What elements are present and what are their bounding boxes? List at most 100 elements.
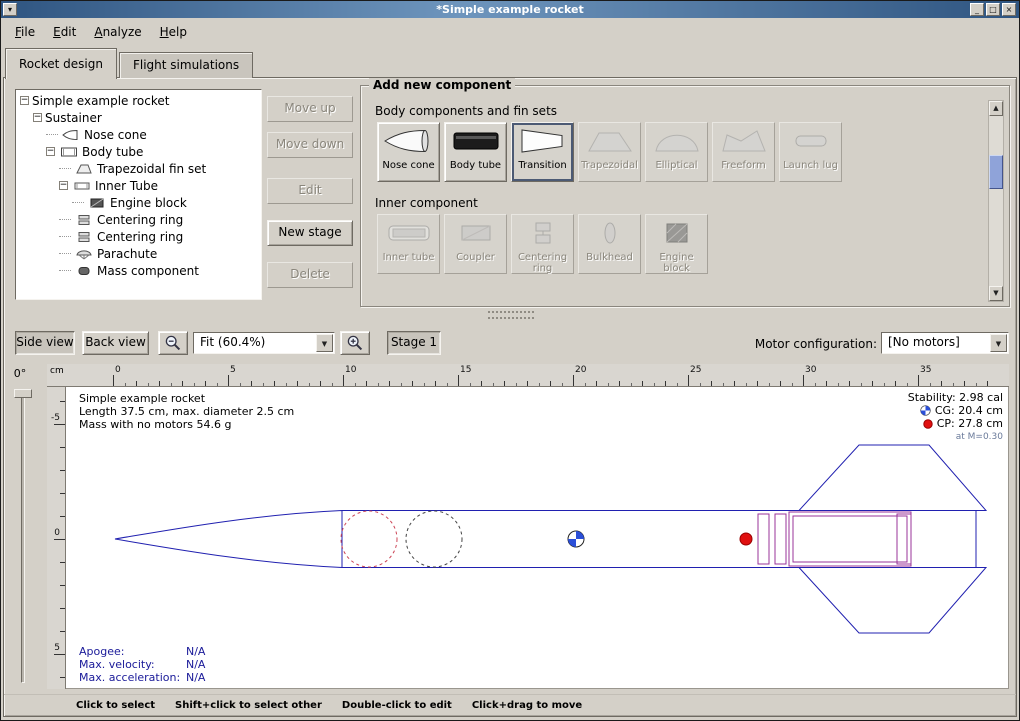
rocket-canvas[interactable] [66,387,1009,689]
status-hint: Click to select [76,700,155,711]
tab-rocket-design[interactable]: Rocket design [5,48,117,79]
scroll-down-icon[interactable]: ▼ [989,286,1003,301]
cp-icon [923,419,933,429]
tree-item-parachute[interactable]: Parachute [16,245,261,262]
component-button-nose-cone[interactable]: Nose cone [377,122,440,182]
ruler-tick [366,381,367,386]
tree-item-centering-ring[interactable]: Centering ring [16,228,261,245]
menu-item-edit[interactable]: Edit [45,22,84,42]
inner-tube-wall-outline[interactable] [793,516,907,562]
ruler-tick [769,383,770,386]
ruler-tick [148,383,149,386]
ruler-tick [976,383,977,386]
fin-bottom-outline[interactable] [799,568,986,634]
stage-1-toggle[interactable]: Stage 1 [387,331,441,355]
zoom-out-button[interactable] [158,331,188,355]
window-controls: _□× [969,3,1017,16]
tree-expander-icon[interactable]: − [33,113,42,122]
nosecone-icon [62,129,80,141]
fin-top-outline[interactable] [799,445,986,511]
window-menu-icon[interactable]: ▾ [3,3,17,16]
rocket-info: Simple example rocket Length 37.5 cm, ma… [79,392,294,431]
minimize-button[interactable]: _ [970,3,984,16]
ruler-label: 30 [805,365,816,375]
parachute-dashed-outline[interactable] [341,511,397,567]
motor-configuration-select[interactable]: [No motors] ▼ [881,332,1009,354]
ruler-tick [481,381,482,386]
status-hint: Shift+click to select other [175,700,322,711]
centering-ring-outline[interactable] [758,514,769,564]
component-button-label: Centering ring [512,252,573,274]
tree-item-label: Trapezoidal fin set [97,162,206,176]
chevron-down-icon[interactable]: ▼ [990,334,1007,352]
tree-item-label: Inner Tube [95,179,158,193]
component-button-transition[interactable]: Transition [511,122,574,182]
flight-info-value: N/A [186,645,205,658]
ruler-tick [412,381,413,386]
component-tree[interactable]: −Simple example rocket−SustainerNose con… [15,89,262,300]
tree-expander-icon[interactable]: − [20,96,29,105]
tree-item-centering-ring[interactable]: Centering ring [16,211,261,228]
tree-item-simple-example-rocket[interactable]: −Simple example rocket [16,92,261,109]
component-button-inner-tube: Inner tube [377,214,440,274]
rotation-slider-handle[interactable] [14,389,32,398]
tree-item-sustainer[interactable]: −Sustainer [16,109,261,126]
tree-item-body-tube[interactable]: −Body tube [16,143,261,160]
splitter-grip[interactable] [488,311,534,319]
new-stage-button[interactable]: New stage [267,220,353,246]
rocket-dimensions: Length 37.5 cm, max. diameter 2.5 cm [79,405,294,418]
rocket-drawing [66,387,1009,689]
maximize-button[interactable]: □ [986,3,1000,16]
tree-item-trapezoidal-fin-set[interactable]: Trapezoidal fin set [16,160,261,177]
close-button[interactable]: × [1002,3,1016,16]
ruler-tick [493,383,494,386]
ruler-tick [424,383,425,386]
side-view-button[interactable]: Side view [15,331,75,355]
ruler-tick [60,608,65,609]
ruler-tick [838,383,839,386]
ruler-tick [539,383,540,386]
ruler-tick [194,383,195,386]
zoom-select[interactable]: Fit (60.4%) ▼ [193,332,335,354]
menu-item-file[interactable]: File [7,22,43,42]
tree-item-nose-cone[interactable]: Nose cone [16,126,261,143]
ruler-tick [378,383,379,386]
tree-item-mass-component[interactable]: Mass component [16,262,261,279]
rotation-slider-track[interactable] [21,391,25,683]
menu-bar: FileEditAnalyzeHelp [1,19,1019,44]
tree-expander-icon[interactable]: − [59,181,68,190]
tab-bar: Rocket designFlight simulations [5,46,255,78]
centering-ring-outline[interactable] [775,514,786,564]
back-view-button[interactable]: Back view [82,331,149,355]
ruler-tick [263,383,264,386]
mass-component-dashed-outline[interactable] [406,511,462,567]
component-button-centering-ring: Centering ring [511,214,574,274]
body-tube-outline[interactable] [342,511,976,568]
flight-info-row: Max. acceleration:N/A [79,671,205,684]
menu-item-analyze[interactable]: Analyze [86,22,149,42]
tab-flight-simulations[interactable]: Flight simulations [119,52,253,78]
engine-block-outline[interactable] [897,514,911,564]
tree-expander-icon[interactable]: − [46,147,55,156]
nose-cone-outline[interactable] [115,511,342,568]
tree-item-engine-block[interactable]: Engine block [16,194,261,211]
component-button-body-tube[interactable]: Body tube [444,122,507,182]
tree-item-inner-tube[interactable]: − Inner Tube [16,177,261,194]
inner-tube-outline[interactable] [789,512,911,566]
chevron-down-icon[interactable]: ▼ [316,334,333,352]
zoom-in-button[interactable] [340,331,370,355]
ruler-tick [884,383,885,386]
ruler-tick [60,562,65,563]
mass-icon [75,265,93,277]
ruler-tick [159,381,160,386]
ruler-tick [286,383,287,386]
freeform-icon [717,127,771,158]
ruler-tick [458,375,459,386]
menu-item-help[interactable]: Help [152,22,195,42]
elliptical-icon [650,127,704,158]
ruler-tick [401,383,402,386]
flight-info: Apogee:N/AMax. velocity:N/AMax. accelera… [79,645,205,684]
scroll-up-icon[interactable]: ▲ [989,101,1003,116]
component-scrollbar[interactable]: ▲ ▼ [988,100,1004,302]
scrollbar-thumb[interactable] [989,155,1003,189]
